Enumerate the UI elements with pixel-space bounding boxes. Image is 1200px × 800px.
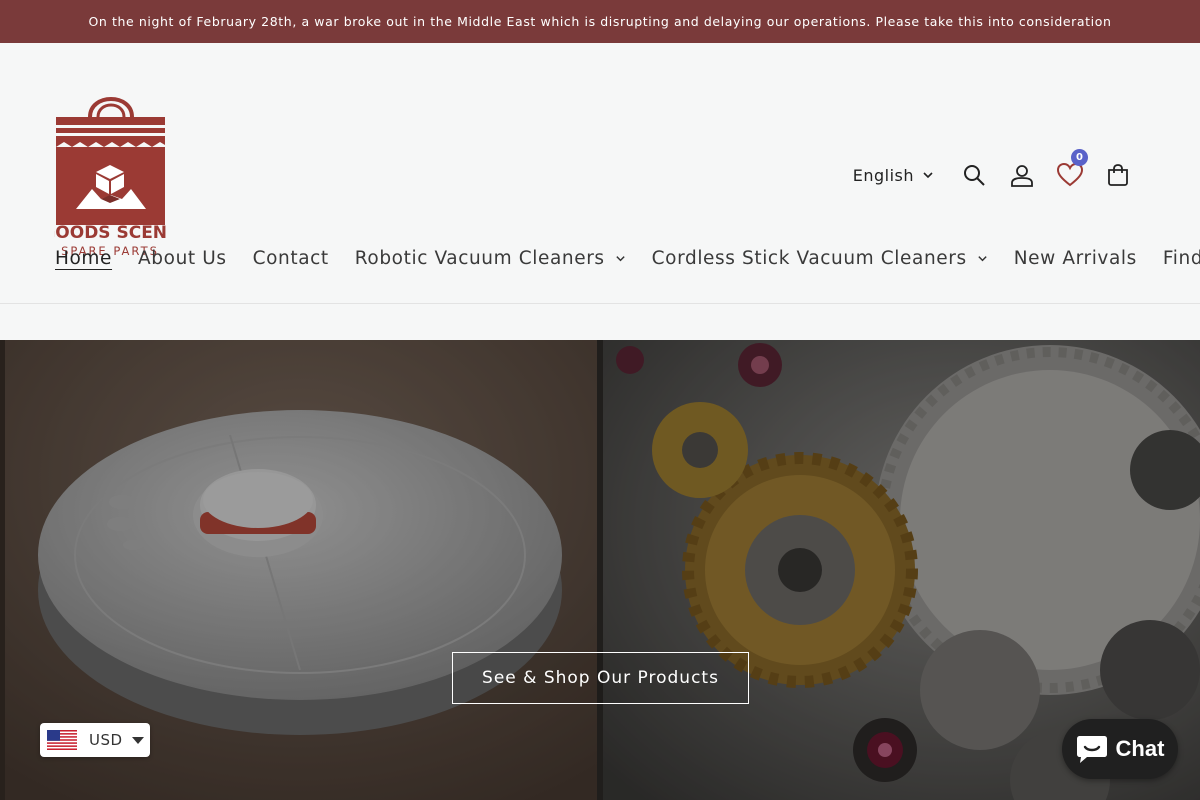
header-utilities: English 0 <box>853 149 1142 197</box>
cart-button[interactable] <box>1094 153 1142 197</box>
chevron-down-icon <box>923 172 933 179</box>
announcement-text: On the night of February 28th, a war bro… <box>88 14 1112 29</box>
nav-item-robotic-vacuum-cleaners[interactable]: Robotic Vacuum Cleaners <box>342 248 639 269</box>
currency-selector[interactable]: USD <box>40 723 150 757</box>
account-button[interactable] <box>998 153 1046 197</box>
main-navigation: Home About Us Contact Robotic Vacuum Cle… <box>42 240 1200 276</box>
nav-item-home[interactable]: Home <box>42 248 125 269</box>
chat-button[interactable]: Chat <box>1062 719 1178 779</box>
search-icon <box>964 165 985 186</box>
hero-image <box>0 340 1200 800</box>
nav-item-find[interactable]: Find <box>1150 248 1200 269</box>
wishlist-button[interactable]: 0 <box>1046 149 1094 197</box>
account-icon <box>1011 165 1033 187</box>
search-button[interactable] <box>950 153 998 197</box>
nav-item-label: Robotic Vacuum Cleaners <box>354 247 605 269</box>
nav-item-label: About Us <box>138 247 227 269</box>
wishlist-count-badge: 0 <box>1071 149 1088 166</box>
brand-logo[interactable]: GOODS SCENE SPARE PARTS <box>54 95 167 257</box>
chevron-down-icon <box>978 255 987 261</box>
nav-item-cordless-stick-vacuum-cleaners[interactable]: Cordless Stick Vacuum Cleaners <box>639 248 1001 269</box>
shop-products-button[interactable]: See & Shop Our Products <box>452 652 749 704</box>
chat-label: Chat <box>1115 736 1165 761</box>
nav-item-about-us[interactable]: About Us <box>125 248 240 269</box>
language-selector[interactable]: English <box>853 166 934 185</box>
nav-item-label: Find <box>1162 247 1200 269</box>
nav-item-label: Contact <box>252 247 329 269</box>
language-label: English <box>852 165 914 185</box>
heart-icon <box>1057 163 1083 187</box>
hero-banner: See & Shop Our Products <box>0 340 1200 800</box>
currency-code: USD <box>89 731 123 749</box>
us-flag-icon <box>47 730 77 750</box>
announcement-bar: On the night of February 28th, a war bro… <box>0 0 1200 43</box>
nav-item-label: Home <box>55 247 113 269</box>
caret-down-icon <box>131 736 144 744</box>
nav-item-label: Cordless Stick Vacuum Cleaners <box>651 247 967 269</box>
nav-item-new-arrivals[interactable]: New Arrivals <box>1001 248 1150 269</box>
nav-item-label: New Arrivals <box>1013 247 1137 269</box>
chevron-down-icon <box>615 255 625 261</box>
nav-item-contact[interactable]: Contact <box>240 248 342 269</box>
site-header: GOODS SCENE SPARE PARTS English 0 Home A… <box>0 43 1200 304</box>
chat-bubble-icon <box>1076 736 1107 763</box>
cart-icon <box>1108 164 1128 186</box>
